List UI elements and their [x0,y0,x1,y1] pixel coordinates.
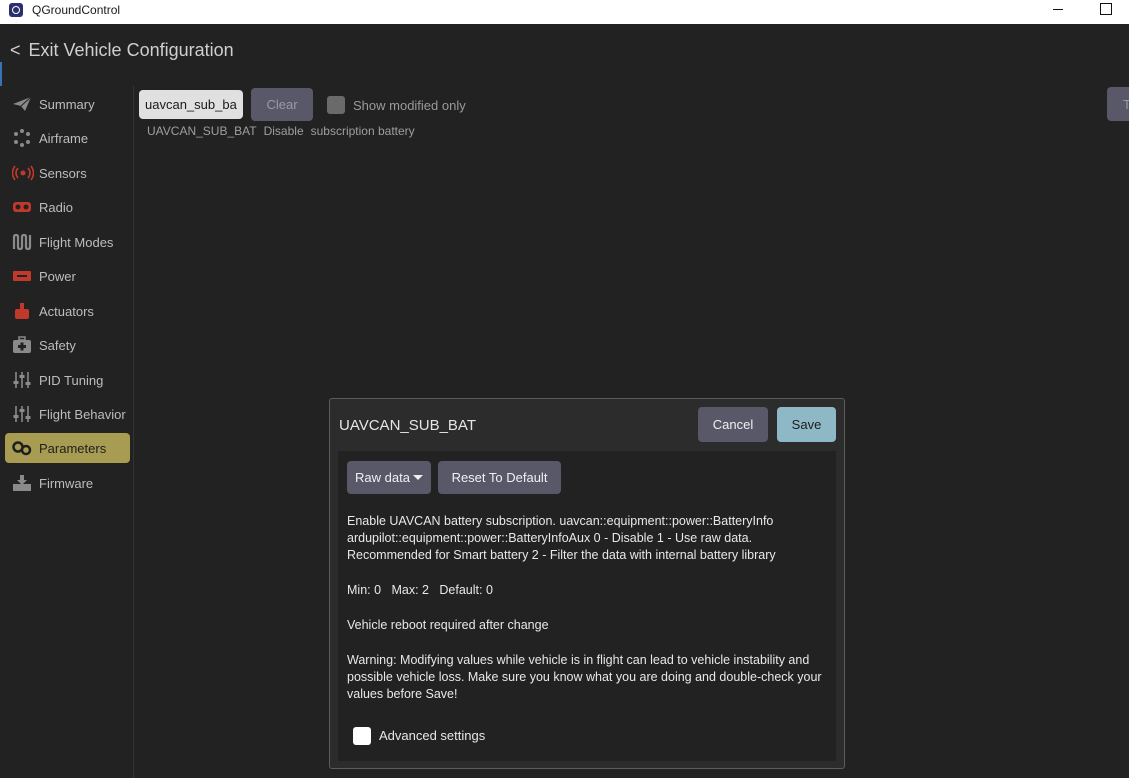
advanced-settings-label: Advanced settings [379,728,486,743]
exit-label: Exit Vehicle Configuration [28,40,234,60]
paper-plane-icon [12,95,32,113]
sidebar-item-actuators[interactable]: Actuators [5,296,130,326]
dialog-body: Raw data Reset To Default Enable UAVCAN … [338,451,836,761]
description-line: Enable UAVCAN battery subscription. uavc… [347,514,774,528]
sidebar-item-flight-modes[interactable]: Flight Modes [5,227,130,257]
parameter-search-input[interactable] [139,90,243,119]
parameter-edit-dialog: UAVCAN_SUB_BAT Cancel Save Raw data Rese… [329,398,845,769]
min-max-default: Min: 0 Max: 2 Default: 0 [347,583,493,597]
warning-line: Warning: Modifying values while vehicle … [347,653,810,667]
sidebar-item-summary[interactable]: Summary [5,89,130,119]
sidebar-item-radio[interactable]: Radio [5,192,130,222]
sidebar: Summary Airframe Sensors Radio Flight Mo… [0,86,134,778]
save-button[interactable]: Save [777,407,836,442]
param-long-description: Enable UAVCAN battery subscription. uavc… [347,513,827,564]
reset-to-default-button[interactable]: Reset To Default [438,461,561,494]
warning-line: values before Save! [347,687,458,701]
show-modified-label: Show modified only [353,98,466,113]
sidebar-item-parameters[interactable]: Parameters [5,433,130,463]
clear-button[interactable]: Clear [251,88,313,121]
sidebar-item-firmware[interactable]: Firmware [5,468,130,498]
sidebar-item-label: Parameters [39,441,107,456]
sidebar-item-label: Power [39,269,76,284]
cancel-button[interactable]: Cancel [698,407,768,442]
gears-icon [12,439,32,457]
show-modified-checkbox[interactable] [327,96,345,114]
sidebar-item-label: Actuators [39,304,94,319]
raw-data-label: Raw data [355,470,410,485]
sidebar-item-sensors[interactable]: Sensors [5,158,130,188]
chevron-left-icon: < [10,40,21,60]
param-value: Disable [263,124,304,138]
sidebar-item-label: Radio [39,200,73,215]
power-battery-icon [12,267,32,285]
minimize-button[interactable] [1049,0,1069,20]
raw-data-dropdown[interactable]: Raw data [347,461,431,494]
warning-text: Warning: Modifying values while vehicle … [347,652,827,703]
first-aid-kit-icon [12,336,32,354]
sidebar-item-label: Summary [39,97,95,112]
sidebar-item-label: Flight Modes [39,235,114,250]
param-name: UAVCAN_SUB_BAT [147,124,257,138]
sliders-icon [12,405,32,423]
sidebar-item-airframe[interactable]: Airframe [5,123,130,153]
table-row[interactable]: UAVCAN_SUB_BAT Disable subscription batter… [147,124,422,138]
sidebar-item-label: Flight Behavior [39,407,126,422]
flight-modes-wave-icon [12,233,32,251]
sliders-icon [12,371,32,389]
sidebar-item-pid-tuning[interactable]: PID Tuning [5,365,130,395]
radio-icon [12,198,32,216]
window-title: QGroundControl [32,3,121,17]
sidebar-item-label: Firmware [39,476,94,491]
sidebar-item-label: Safety [39,338,76,353]
exit-vehicle-configuration-link[interactable]: < Exit Vehicle Configuration [10,40,234,61]
qgc-app-icon [9,3,23,17]
dialog-title: UAVCAN_SUB_BAT [339,417,476,434]
description-line: ardupilot::equipment::power::BatteryInfo… [347,531,753,545]
sidebar-item-safety[interactable]: Safety [5,330,130,360]
advanced-settings-checkbox[interactable] [353,727,371,745]
sidebar-item-label: PID Tuning [39,373,104,388]
reboot-notice: Vehicle reboot required after change [347,618,549,632]
sidebar-item-flight-behavior[interactable]: Flight Behavior [5,399,130,429]
firmware-download-icon [12,474,32,492]
sidebar-item-power[interactable]: Power [5,261,130,291]
airframe-dots-icon [12,129,32,147]
title-bar: QGroundControl [0,0,1129,24]
warning-line: possible vehicle loss. Make sure you kno… [347,670,822,684]
sidebar-item-label: Sensors [39,166,87,181]
caret-down-icon [413,475,423,480]
sensors-broadcast-icon [12,164,34,182]
actuators-icon [12,302,32,320]
maximize-button[interactable] [1096,0,1116,20]
description-line: Recommended for Smart battery 2 - Filter… [347,548,776,562]
param-description: subscription battery [310,124,415,138]
tools-button[interactable]: T [1107,87,1129,121]
sidebar-item-label: Airframe [39,131,89,146]
